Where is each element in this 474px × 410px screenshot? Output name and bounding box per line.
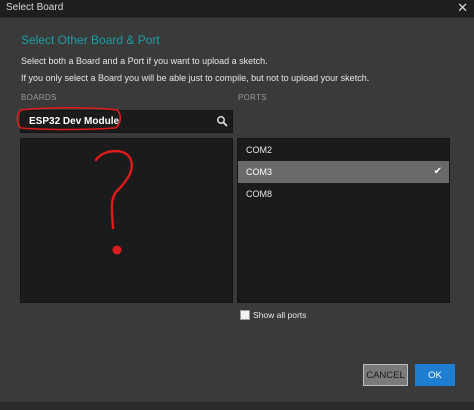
search-icon[interactable]	[216, 115, 228, 127]
port-label: COM8	[246, 189, 273, 199]
dialog-description-1: Select both a Board and a Port if you wa…	[21, 56, 268, 66]
port-item-com2[interactable]: COM2	[238, 139, 449, 161]
bottom-edge	[0, 402, 474, 410]
port-item-com3[interactable]: COM3 ✔	[238, 161, 449, 183]
port-label: COM3	[246, 167, 273, 177]
ports-list: COM2 COM3 ✔ COM8	[237, 138, 450, 303]
close-icon[interactable]: ✕	[457, 1, 468, 15]
window-title: Select Board	[6, 2, 64, 13]
checkmark-icon: ✔	[433, 166, 442, 177]
ports-label: PORTS	[238, 93, 267, 102]
board-search-field	[20, 110, 233, 133]
boards-list[interactable]	[20, 138, 233, 303]
show-all-ports-checkbox[interactable]	[240, 310, 250, 320]
port-label: COM2	[246, 145, 273, 155]
cancel-button[interactable]: CANCEL	[363, 364, 408, 386]
show-all-ports-label: Show all ports	[253, 310, 307, 320]
boards-label: BOARDS	[21, 93, 57, 102]
ok-button[interactable]: OK	[415, 364, 455, 386]
show-all-ports-option[interactable]: Show all ports	[240, 309, 306, 321]
dialog-heading: Select Other Board & Port	[21, 33, 160, 47]
title-bar: Select Board ✕	[0, 0, 474, 18]
port-item-com8[interactable]: COM8	[238, 183, 449, 205]
board-search-input[interactable]	[21, 111, 209, 132]
dialog-description-2: If you only select a Board you will be a…	[21, 73, 370, 83]
